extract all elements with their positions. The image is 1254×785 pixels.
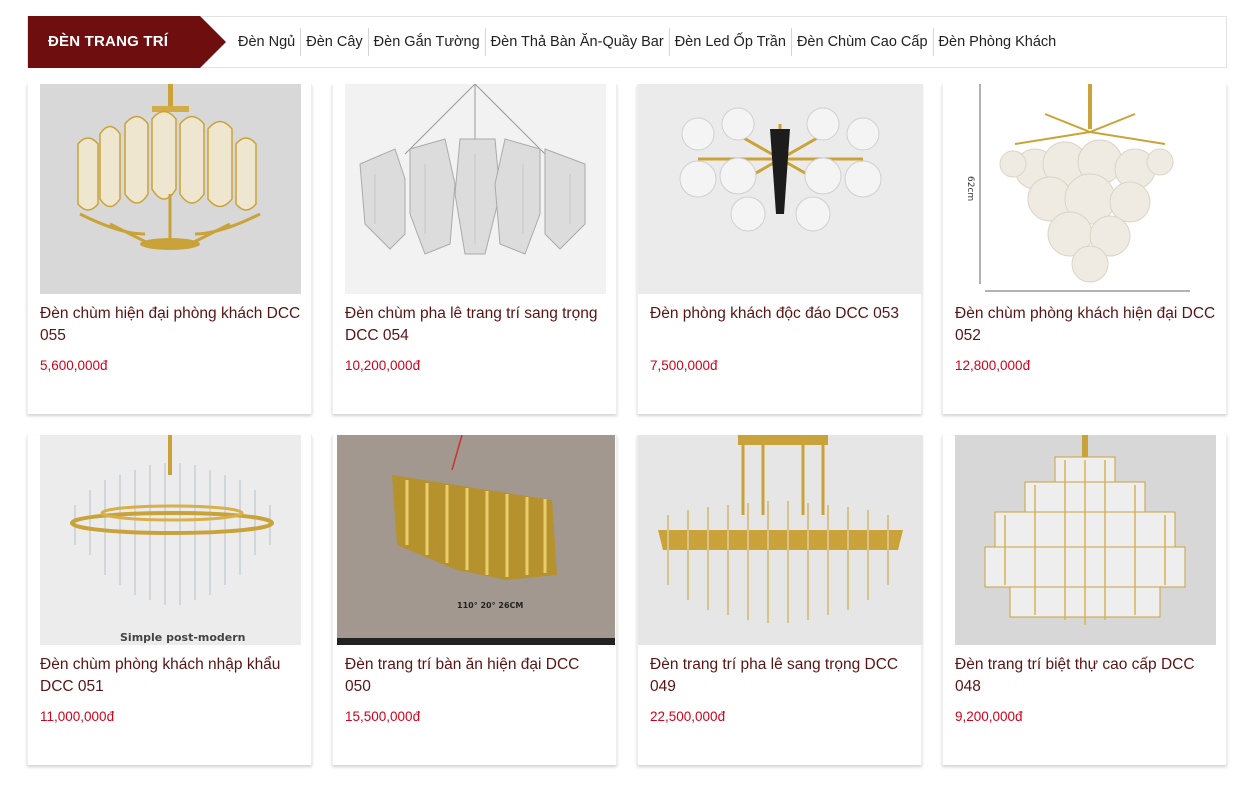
product-title[interactable]: Đèn chùm pha lê trang trí sang trọng DCC…: [345, 303, 607, 347]
product-card[interactable]: Đèn trang trí pha lê sang trọng DCC 049 …: [637, 435, 923, 765]
product-image[interactable]: [40, 84, 301, 294]
product-image[interactable]: [638, 84, 923, 294]
product-card[interactable]: Đèn chùm pha lê trang trí sang trọng DCC…: [332, 84, 617, 414]
nav-item-den-gan-tuong[interactable]: Đèn Gắn Tường: [367, 28, 485, 56]
product-title[interactable]: Đèn phòng khách độc đáo DCC 053: [650, 303, 912, 325]
product-price: 9,200,000đ: [955, 709, 1023, 724]
product-card[interactable]: Đèn trang trí biệt thự cao cấp DCC 048 9…: [942, 435, 1227, 765]
product-price: 5,600,000đ: [40, 358, 108, 373]
nav-item-den-tha-ban-an[interactable]: Đèn Thả Bàn Ăn-Quầy Bar: [484, 28, 669, 56]
product-card[interactable]: Đèn chùm hiện đại phòng khách DCC 055 5,…: [27, 84, 312, 414]
product-price: 15,500,000đ: [345, 709, 421, 724]
product-title[interactable]: Đèn chùm hiện đại phòng khách DCC 055: [40, 303, 302, 347]
product-price: 7,500,000đ: [650, 358, 718, 373]
product-card[interactable]: 62cm Đèn chùm phòng khách hiện đại DCC 0…: [942, 84, 1227, 414]
product-card[interactable]: 110° 20° 26CM Đèn trang trí bàn ăn hiện …: [332, 435, 617, 765]
product-image[interactable]: [638, 435, 923, 645]
product-card[interactable]: Simple post-modern Đèn chùm phòng khách …: [27, 435, 312, 765]
nav-item-den-cay[interactable]: Đèn Cây: [300, 28, 367, 56]
nav-item-den-led-op-tran[interactable]: Đèn Led Ốp Trần: [668, 28, 791, 56]
product-title[interactable]: Đèn trang trí biệt thự cao cấp DCC 048: [955, 654, 1217, 698]
product-image[interactable]: [955, 435, 1216, 645]
product-title[interactable]: Đèn chùm phòng khách hiện đại DCC 052: [955, 303, 1217, 347]
dimension-label: 62cm: [965, 176, 975, 201]
product-title[interactable]: Đèn trang trí pha lê sang trọng DCC 049: [650, 654, 912, 698]
product-price: 12,800,000đ: [955, 358, 1031, 373]
product-price: 10,200,000đ: [345, 358, 421, 373]
image-caption: Simple post-modern: [120, 631, 246, 644]
category-nav: Đèn Ngủ Đèn Cây Đèn Gắn Tường Đèn Thả Bà…: [233, 17, 1061, 67]
category-header: ĐÈN TRANG TRÍ Đèn Ngủ Đèn Cây Đèn Gắn Tư…: [27, 16, 1227, 68]
product-image[interactable]: 110° 20° 26CM: [337, 435, 615, 645]
product-price: 11,000,000đ: [40, 709, 115, 724]
product-image[interactable]: [345, 84, 606, 294]
nav-item-den-ngu[interactable]: Đèn Ngủ: [233, 28, 300, 56]
nav-item-den-phong-khach[interactable]: Đèn Phòng Khách: [932, 28, 1062, 56]
image-caption: 110° 20° 26CM: [457, 601, 523, 610]
nav-item-den-chum-cao-cap[interactable]: Đèn Chùm Cao Cấp: [790, 28, 933, 56]
product-image[interactable]: 62cm: [955, 84, 1216, 294]
product-card[interactable]: Đèn phòng khách độc đáo DCC 053 7,500,00…: [637, 84, 923, 414]
category-title[interactable]: ĐÈN TRANG TRÍ: [28, 16, 226, 68]
product-title[interactable]: Đèn chùm phòng khách nhập khẩu DCC 051: [40, 654, 302, 698]
product-title[interactable]: Đèn trang trí bàn ăn hiện đại DCC 050: [345, 654, 607, 698]
product-image[interactable]: Simple post-modern: [40, 435, 301, 645]
product-price: 22,500,000đ: [650, 709, 726, 724]
